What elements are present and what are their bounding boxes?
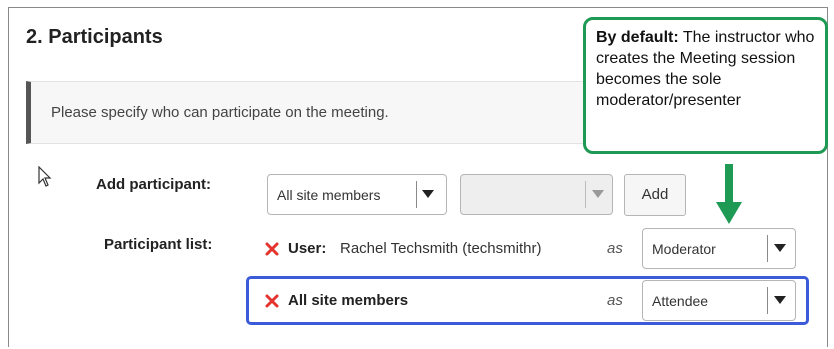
- role-select-moderator[interactable]: Moderator: [642, 228, 796, 269]
- role-value: Attendee: [652, 293, 709, 309]
- remove-participant-icon[interactable]: [265, 294, 279, 308]
- participant-scope-value: All site members: [277, 187, 381, 203]
- participant-type-label: User:: [288, 240, 327, 257]
- add-participant-label: Add participant:: [96, 176, 211, 193]
- chevron-down-icon: [592, 190, 604, 198]
- chevron-down-icon: [774, 244, 786, 252]
- remove-participant-icon[interactable]: [265, 242, 279, 256]
- participant-scope-select[interactable]: All site members: [267, 174, 447, 215]
- participant-list-label: Participant list:: [104, 236, 213, 253]
- chevron-down-icon: [422, 190, 434, 198]
- participant-target-select[interactable]: [460, 174, 613, 215]
- as-label: as: [607, 240, 623, 257]
- mouse-cursor-icon: [38, 166, 52, 187]
- role-select-attendee[interactable]: Attendee: [642, 280, 796, 321]
- callout-box: By default: The instructor who creates t…: [583, 17, 828, 154]
- add-button[interactable]: Add: [624, 174, 686, 216]
- info-text: Please specify who can participate on th…: [51, 104, 389, 121]
- callout-lead: By default:: [596, 29, 679, 46]
- as-label: as: [607, 292, 623, 309]
- arrow-down-icon: [716, 164, 742, 224]
- section-title: 2. Participants: [26, 26, 163, 48]
- participant-name: All site members: [288, 292, 409, 309]
- participant-name: Rachel Techsmith (techsmithr): [340, 240, 542, 257]
- chevron-down-icon: [774, 296, 786, 304]
- info-box: Please specify who can participate on th…: [26, 81, 586, 144]
- role-value: Moderator: [652, 241, 716, 257]
